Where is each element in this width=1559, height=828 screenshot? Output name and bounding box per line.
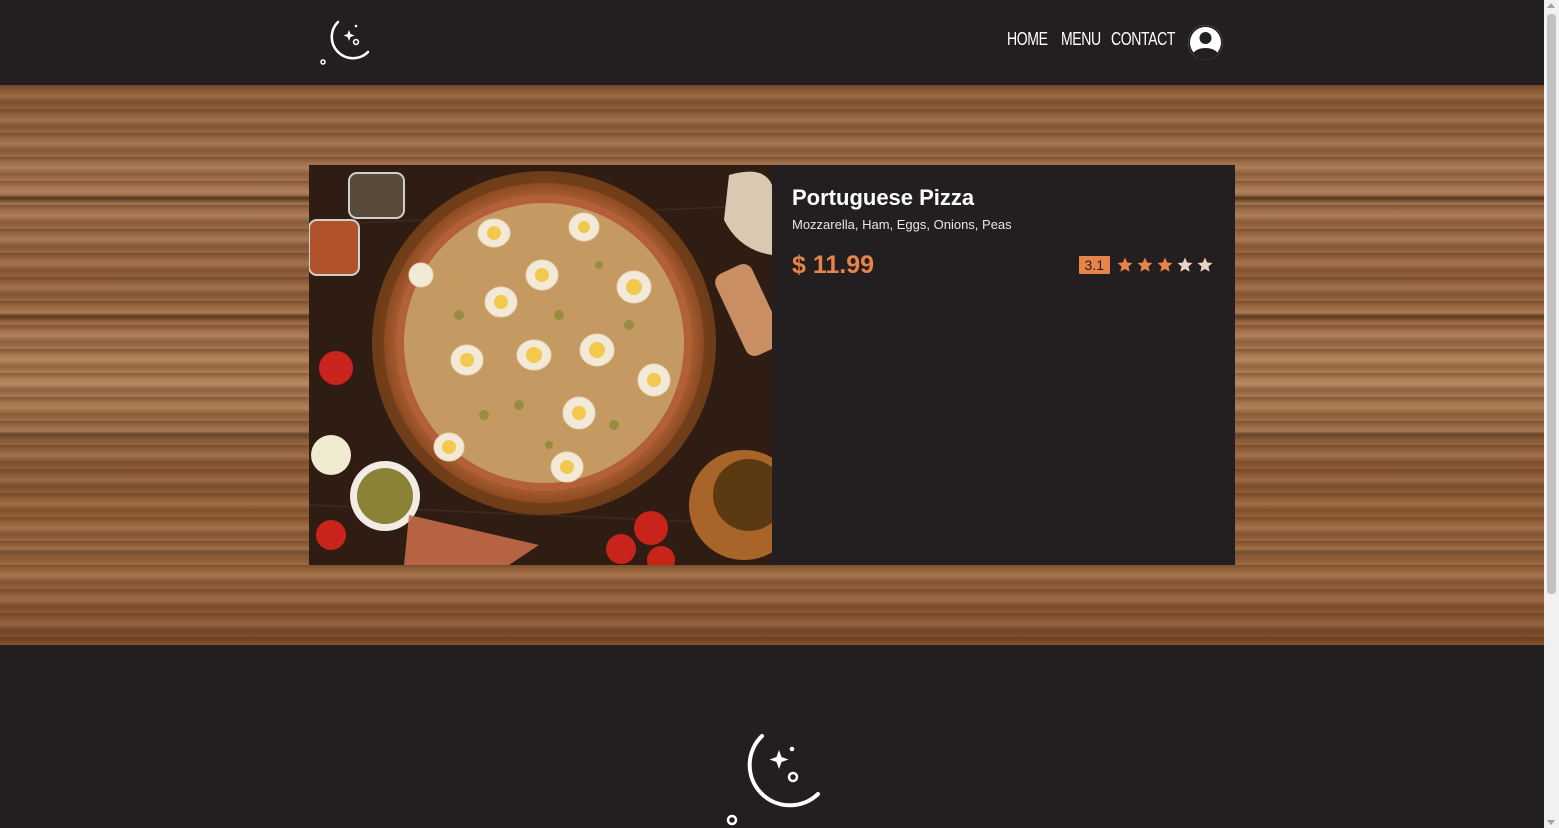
star-filled-icon[interactable] — [1116, 256, 1134, 274]
scroll-up-arrow-icon[interactable] — [1547, 3, 1555, 8]
product-card: Portuguese Pizza Mozzarella, Ham, Eggs, … — [309, 165, 1235, 565]
star-empty-icon[interactable] — [1176, 256, 1194, 274]
nav-home-link[interactable]: HOME — [1007, 29, 1048, 50]
site-header: HOME MENU CONTACT — [0, 0, 1544, 85]
moon-stars-logo-icon[interactable] — [316, 16, 372, 68]
star-filled-icon[interactable] — [1156, 256, 1174, 274]
main-nav: HOME MENU CONTACT — [1007, 29, 1175, 50]
star-empty-icon[interactable] — [1196, 256, 1214, 274]
scrollbar-thumb[interactable] — [1547, 14, 1556, 594]
product-details: Portuguese Pizza Mozzarella, Ham, Eggs, … — [772, 165, 1235, 565]
nav-contact-link[interactable]: CONTACT — [1111, 29, 1175, 50]
scroll-down-arrow-icon[interactable] — [1547, 820, 1555, 825]
footer-moon-stars-logo-icon — [722, 730, 824, 828]
star-filled-icon[interactable] — [1136, 256, 1154, 274]
product-price: $ 11.99 — [792, 251, 875, 279]
product-ingredients: Mozzarella, Ham, Eggs, Onions, Peas — [792, 217, 1012, 232]
rating-badge: 3.1 — [1078, 256, 1110, 274]
nav-menu-link[interactable]: MENU — [1061, 29, 1101, 50]
vertical-scrollbar[interactable] — [1544, 0, 1559, 828]
user-avatar-icon[interactable] — [1188, 25, 1223, 60]
pizza-photo — [309, 165, 772, 565]
product-title: Portuguese Pizza — [792, 185, 975, 210]
product-rating: 3.1 — [1078, 256, 1214, 274]
